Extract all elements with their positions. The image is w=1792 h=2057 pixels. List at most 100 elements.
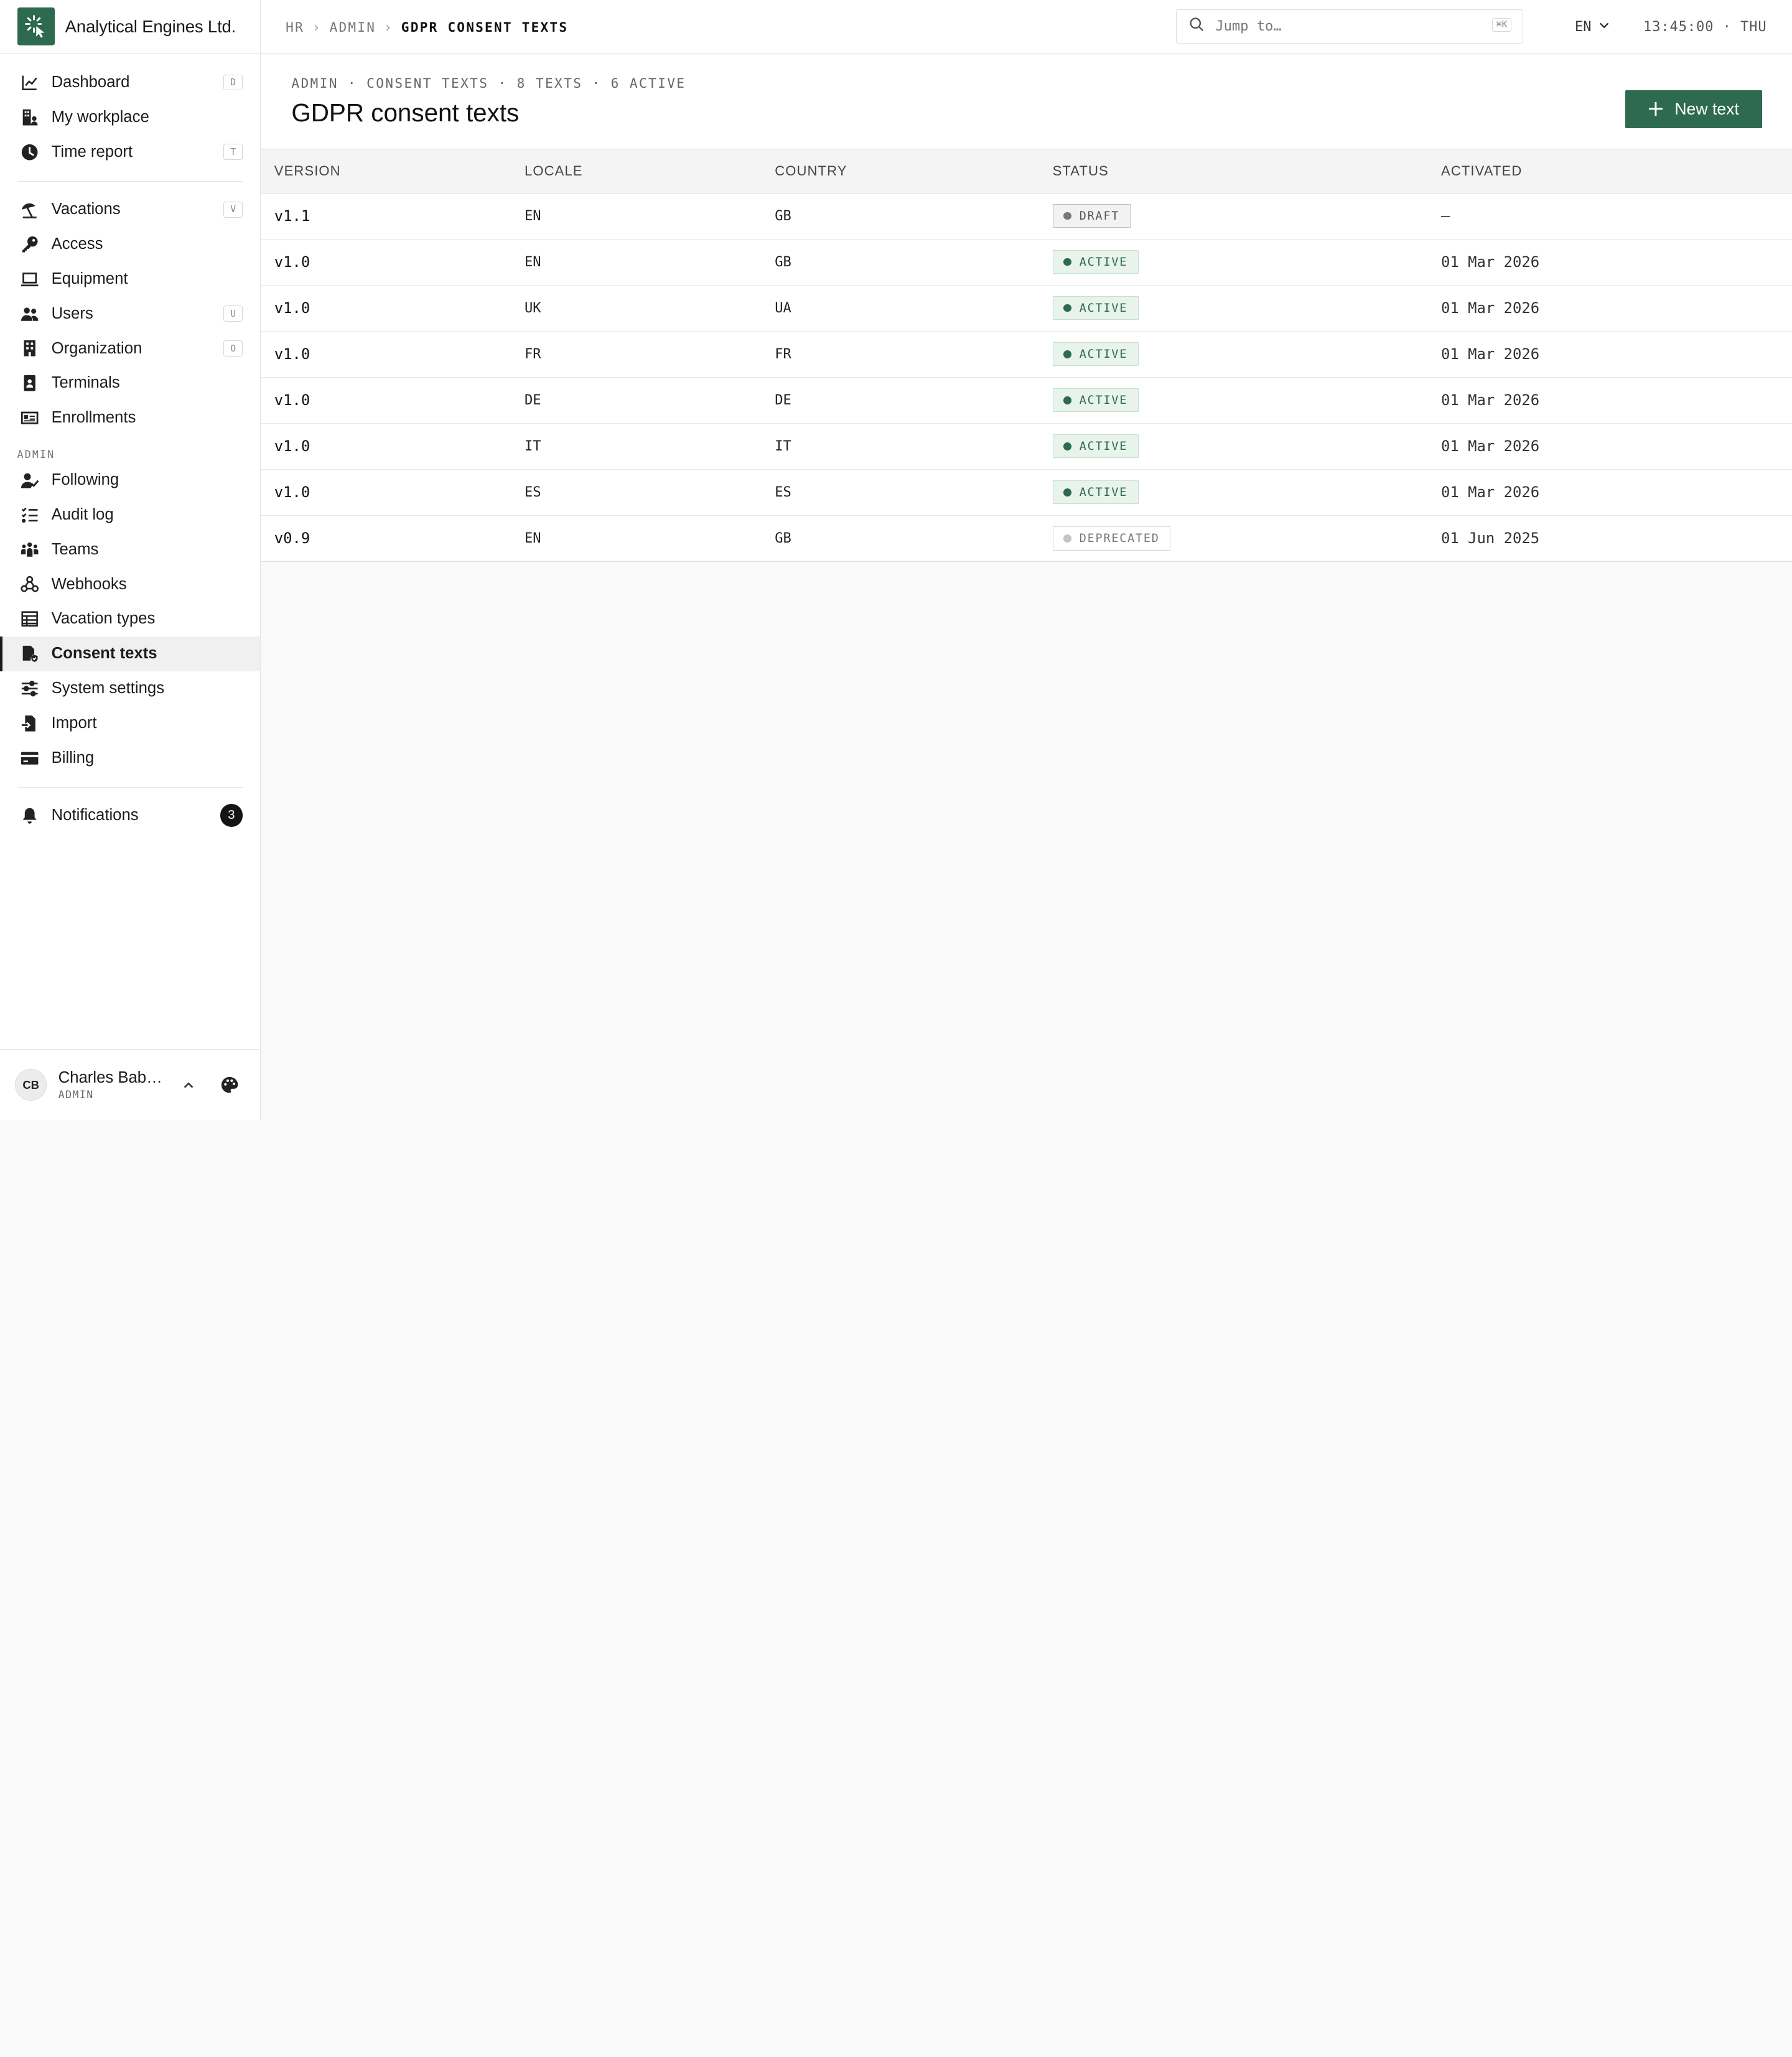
cell-status: ACTIVE xyxy=(1038,469,1428,516)
sidebar-item-label: Import xyxy=(51,714,97,732)
sidebar-item-webhooks[interactable]: Webhooks xyxy=(0,567,260,602)
breadcrumb-item-hr[interactable]: HR xyxy=(286,19,304,35)
sidebar-item-label: Teams xyxy=(51,540,99,558)
cell-locale: EN xyxy=(525,530,541,546)
sidebar-item-enrollments[interactable]: Enrollments xyxy=(0,401,260,436)
sidebar-item-label: Notifications xyxy=(51,806,139,824)
status-badge: ACTIVE xyxy=(1052,342,1139,366)
table-row[interactable]: v0.9 EN GB DEPRECATED 01 Jun 2025 xyxy=(261,515,1792,561)
sidebar-item-teams[interactable]: Teams xyxy=(0,532,260,567)
breadcrumb-separator: › xyxy=(312,19,322,35)
search-box[interactable]: ⌘K xyxy=(1175,9,1524,44)
table-row[interactable]: v1.0 ES ES ACTIVE 01 Mar 2026 xyxy=(260,469,1792,516)
sidebar-item-label: Consent texts xyxy=(51,645,157,663)
table-icon xyxy=(21,610,39,628)
user-info[interactable]: Charles Bab… ADMIN xyxy=(58,1069,168,1101)
cell-activated: — xyxy=(1427,193,1792,240)
cell-version: v1.0 xyxy=(260,377,511,424)
column-header-locale[interactable]: LOCALE xyxy=(511,149,762,194)
sidebar-item-label: Enrollments xyxy=(51,409,136,427)
cell-country: DE xyxy=(761,377,1039,424)
status-dot xyxy=(1063,534,1071,543)
topbar: HR › ADMIN › GDPR CONSENT TEXTS ⌘K EN 13… xyxy=(260,0,1792,54)
table-row[interactable]: v1.0 DE DE ACTIVE 01 Mar 2026 xyxy=(260,377,1792,424)
sidebar-item-following[interactable]: Following xyxy=(0,463,260,498)
cell-locale: DE xyxy=(511,377,762,424)
shortcut-hint: D xyxy=(223,74,243,91)
sidebar-item-billing[interactable]: Billing xyxy=(0,740,260,775)
column-header-status[interactable]: STATUS xyxy=(1038,149,1428,194)
sidebar-item-label: Terminals xyxy=(51,374,120,392)
sidebar-item-label: Webhooks xyxy=(51,575,127,593)
table-row[interactable]: v1.0 UK UA ACTIVE 01 Mar 2026 xyxy=(260,285,1792,332)
new-text-button[interactable]: New text xyxy=(1625,90,1763,128)
cell-locale: ES xyxy=(511,469,762,516)
avatar[interactable]: CB xyxy=(14,1068,47,1101)
status-badge: ACTIVE xyxy=(1052,388,1139,413)
sidebar: Analytical Engines Ltd. Dashboard D My w… xyxy=(0,0,261,1120)
cell-country: GB xyxy=(761,193,1039,240)
sidebar-item-terminals[interactable]: Terminals xyxy=(0,366,260,401)
sidebar-item-dashboard[interactable]: Dashboard D xyxy=(0,65,260,100)
cell-status: ACTIVE xyxy=(1038,377,1428,424)
sidebar-item-access[interactable]: Access xyxy=(0,227,260,262)
sidebar-item-label: Equipment xyxy=(51,269,128,287)
divider xyxy=(17,180,243,182)
sidebar-item-label: My workplace xyxy=(51,108,149,126)
sidebar-item-label: Time report xyxy=(51,142,133,161)
sidebar-item-equipment[interactable]: Equipment xyxy=(0,262,260,297)
cell-locale: EN xyxy=(511,239,762,286)
sidebar-item-vacations[interactable]: Vacations V xyxy=(0,192,260,227)
sidebar-item-vacation-types[interactable]: Vacation types xyxy=(0,602,260,637)
table-row[interactable]: v1.1 EN GB DRAFT — xyxy=(260,193,1792,240)
cell-country: GB xyxy=(761,239,1039,286)
table-header-row: VERSION LOCALE COUNTRY STATUS ACTIVATED xyxy=(260,149,1792,194)
table-row[interactable]: v1.0 EN GB ACTIVE 01 Mar 2026 xyxy=(260,239,1792,286)
sidebar-item-label: Vacations xyxy=(51,200,121,218)
sidebar-item-users[interactable]: Users U xyxy=(0,296,260,331)
sidebar-item-organization[interactable]: Organization O xyxy=(0,331,260,366)
search-input[interactable] xyxy=(1213,17,1470,35)
cell-status: ACTIVE xyxy=(1038,423,1428,470)
sidebar-item-time-report[interactable]: Time report T xyxy=(0,134,260,169)
sidebar-item-label: Vacation types xyxy=(51,610,156,628)
list-check-icon xyxy=(21,506,39,524)
table-row[interactable]: v1.0 IT IT ACTIVE 01 Mar 2026 xyxy=(260,423,1792,470)
cell-version: v1.0 xyxy=(260,423,511,470)
status-dot xyxy=(1063,258,1071,266)
file-import-icon xyxy=(21,714,39,732)
cell-version: v1.1 xyxy=(260,193,511,240)
user-name: Charles Bab… xyxy=(58,1068,162,1086)
chevron-up-icon[interactable] xyxy=(177,1073,200,1096)
breadcrumb-item-admin[interactable]: ADMIN xyxy=(330,19,376,35)
key-icon xyxy=(21,235,39,253)
sidebar-item-label: Dashboard xyxy=(51,73,130,91)
sidebar-item-import[interactable]: Import xyxy=(0,706,260,741)
cell-country: UA xyxy=(761,285,1039,332)
users-icon xyxy=(21,305,39,323)
team-icon xyxy=(21,541,39,559)
user-menu: CB Charles Bab… ADMIN xyxy=(0,1049,259,1120)
status-label: ACTIVE xyxy=(1079,301,1128,315)
sidebar-item-system-settings[interactable]: System settings xyxy=(0,671,260,706)
main-nav: Dashboard D My workplace Time report T V… xyxy=(0,54,260,833)
sidebar-item-consent-texts[interactable]: Consent texts xyxy=(0,636,260,672)
cell-locale: EN xyxy=(511,193,762,240)
table-row[interactable]: v1.0 FR FR ACTIVE 01 Mar 2026 xyxy=(260,331,1792,378)
column-header-country[interactable]: COUNTRY xyxy=(761,149,1039,194)
status-label: ACTIVE xyxy=(1079,347,1128,361)
cell-activated: 01 Mar 2026 xyxy=(1427,239,1792,286)
sparkle-cursor-icon xyxy=(17,7,55,45)
column-header-version[interactable]: VERSION xyxy=(260,149,511,194)
sidebar-item-label: Users xyxy=(51,304,93,322)
cell-locale: FR xyxy=(511,331,762,378)
sidebar-item-audit-log[interactable]: Audit log xyxy=(0,498,260,533)
brand[interactable]: Analytical Engines Ltd. xyxy=(0,0,260,54)
sidebar-item-notifications[interactable]: Notifications 3 xyxy=(0,798,260,833)
sidebar-item-my-workplace[interactable]: My workplace xyxy=(0,100,260,135)
palette-icon[interactable] xyxy=(218,1073,241,1096)
cell-version: v1.0 xyxy=(260,331,511,378)
language-select[interactable]: EN xyxy=(1575,0,1610,54)
language-value: EN xyxy=(1574,19,1592,35)
column-header-activated[interactable]: ACTIVATED xyxy=(1427,149,1792,194)
